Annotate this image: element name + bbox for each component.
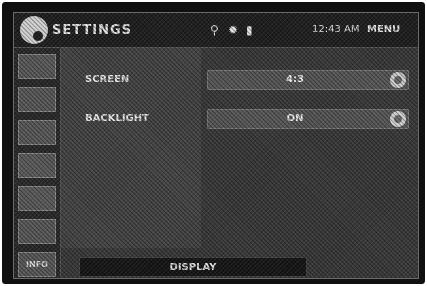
settings-panel: SCREEN 4:3 BACKLIGHT ON DISPLAY bbox=[61, 48, 418, 278]
settings-gear-icon[interactable]: ✹ bbox=[228, 23, 238, 37]
header-bar: SETTINGS ⚲ ✹ ▮ 12:43 AM MENU bbox=[14, 13, 418, 48]
device-bezel: SETTINGS ⚲ ✹ ▮ 12:43 AM MENU INFO SCREEN… bbox=[2, 2, 425, 284]
clock: 12:43 AM bbox=[312, 24, 360, 35]
battery-icon: ▮ bbox=[246, 23, 253, 37]
sidebar-item-1[interactable] bbox=[18, 54, 56, 79]
sidebar-item-3[interactable] bbox=[18, 120, 56, 145]
sidebar-item-5[interactable] bbox=[18, 186, 56, 211]
menu-button[interactable]: MENU bbox=[363, 23, 404, 36]
usb-icon: ⚲ bbox=[210, 23, 219, 37]
backlight-adjust-knob-icon[interactable] bbox=[390, 111, 406, 127]
screen-label: SCREEN bbox=[85, 74, 130, 85]
sidebar-item-4[interactable] bbox=[18, 153, 56, 178]
logo-icon bbox=[20, 16, 48, 44]
sidebar-item-6[interactable] bbox=[18, 219, 56, 244]
page-title: SETTINGS bbox=[52, 23, 133, 38]
sidebar: INFO bbox=[14, 48, 61, 278]
display-tab-label: DISPLAY bbox=[169, 262, 217, 273]
backlight-label: BACKLIGHT bbox=[85, 113, 149, 124]
backlight-setting-field[interactable]: ON bbox=[207, 109, 409, 129]
screen-value: 4:3 bbox=[286, 74, 304, 85]
screen-setting-field[interactable]: 4:3 bbox=[207, 70, 409, 90]
sidebar-item-2[interactable] bbox=[18, 87, 56, 112]
screen-adjust-knob-icon[interactable] bbox=[390, 72, 406, 88]
backlight-value: ON bbox=[286, 113, 304, 124]
sidebar-item-info[interactable]: INFO bbox=[18, 252, 56, 277]
display-tab[interactable]: DISPLAY bbox=[79, 257, 307, 277]
labels-column bbox=[61, 48, 201, 248]
screen: SETTINGS ⚲ ✹ ▮ 12:43 AM MENU INFO SCREEN… bbox=[13, 12, 419, 279]
